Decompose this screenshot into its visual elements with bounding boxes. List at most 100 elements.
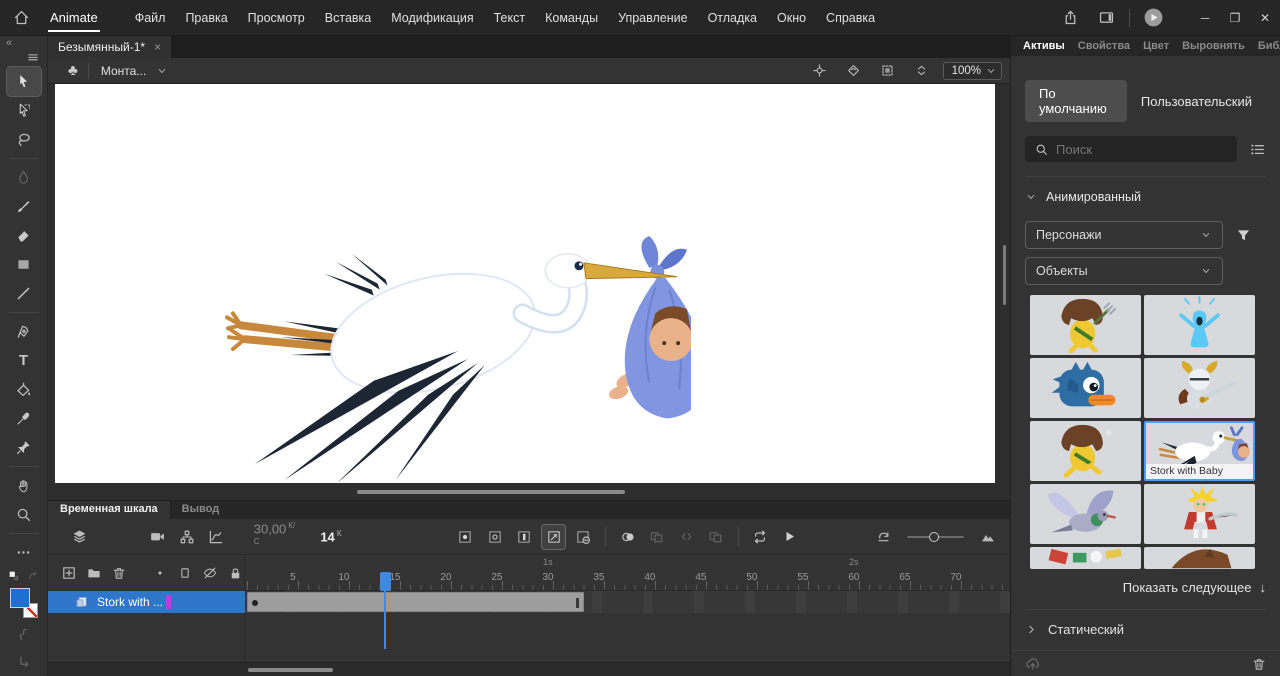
center-stage-icon[interactable] (807, 58, 833, 84)
frame-span[interactable] (247, 592, 584, 612)
layer-parenting-icon[interactable] (175, 525, 198, 549)
asset-thumbnail-partial-asset-1[interactable] (1030, 547, 1141, 569)
fluid-brush-tool[interactable] (7, 163, 41, 192)
menu-item-9[interactable]: Окно (768, 7, 815, 29)
menu-item-6[interactable]: Команды (536, 7, 607, 29)
zoom-level-select[interactable]: 100% (943, 62, 1002, 80)
panel-tab-библиотека[interactable]: Библиотека (1258, 40, 1280, 52)
menu-item-4[interactable]: Модификация (382, 7, 482, 29)
timeline-horizontal-scrollbar[interactable] (48, 662, 1010, 676)
slider-knob[interactable] (929, 532, 939, 542)
add-layer-icon[interactable] (60, 561, 78, 585)
onion-skin-icon[interactable] (616, 525, 639, 549)
current-frame[interactable]: 14К (320, 529, 341, 544)
hide-layers-icon[interactable] (201, 561, 219, 585)
asset-thumbnail-pigeon-character[interactable] (1030, 484, 1141, 544)
delete-asset-icon[interactable] (1251, 656, 1267, 672)
symbol-edit-icon[interactable]: ♣ (68, 62, 78, 79)
eyedropper-tool[interactable] (7, 404, 41, 433)
menu-item-3[interactable]: Вставка (316, 7, 380, 29)
asset-thumbnail-warrior-character[interactable] (1144, 484, 1255, 544)
paint-bucket-tool[interactable] (7, 375, 41, 404)
width-tool[interactable] (7, 648, 41, 676)
tool-rail-menu-icon[interactable] (26, 50, 40, 64)
asset-warp-tool[interactable] (7, 433, 41, 462)
share-icon[interactable] (1057, 5, 1083, 31)
asset-thumbnail-partial-asset-2[interactable] (1144, 547, 1255, 569)
camera-icon[interactable] (145, 525, 168, 549)
panel-tab-активы[interactable]: Активы (1023, 40, 1065, 52)
bone-tool[interactable] (7, 620, 41, 648)
stork-with-baby-artwork[interactable] (225, 234, 691, 482)
onion-skin-range-icon[interactable] (675, 525, 698, 549)
asset-thumbnail-farmer-character[interactable] (1030, 295, 1141, 355)
panel-tab-свойства[interactable]: Свойства (1078, 40, 1130, 52)
zoom-tool[interactable] (7, 500, 41, 529)
stage[interactable] (55, 84, 995, 483)
insert-frame-icon[interactable] (513, 525, 536, 549)
menu-item-0[interactable]: Файл (126, 7, 175, 29)
delete-layer-icon[interactable] (110, 561, 128, 585)
rotate-view-icon[interactable] (841, 58, 867, 84)
menu-item-7[interactable]: Управление (609, 7, 697, 29)
canvas[interactable] (48, 84, 1010, 500)
lasso-tool[interactable] (7, 125, 41, 154)
layer-color-marker[interactable] (166, 595, 171, 609)
asset-thumbnail-stork-with-baby-character[interactable]: Stork with Baby (1144, 421, 1255, 481)
outline-layers-icon[interactable] (176, 561, 194, 585)
pen-tool[interactable] (7, 317, 41, 346)
asset-thumbnail-running-character[interactable] (1030, 421, 1141, 481)
edit-multiple-frames-icon[interactable] (645, 525, 668, 549)
type-dropdown[interactable]: Объекты (1025, 257, 1223, 285)
keyframe-dot[interactable] (252, 600, 258, 606)
close-button[interactable]: ✕ (1250, 5, 1280, 31)
show-next-link[interactable]: Показать следующее ↓ (1025, 580, 1266, 595)
swap-colors-icon[interactable] (26, 569, 40, 583)
auto-keyframe-icon[interactable] (542, 525, 565, 549)
document-tab[interactable]: Безымянный-1* × (48, 36, 171, 58)
collapse-panel-icon[interactable]: « (6, 37, 12, 49)
remove-frame-icon[interactable] (571, 525, 594, 549)
timeline-tab-0[interactable]: Временная шкала (48, 501, 170, 519)
fill-stroke-swatches[interactable] (8, 588, 40, 619)
home-icon[interactable] (8, 5, 34, 31)
panel-tab-выровнять[interactable]: Выровнять (1182, 40, 1245, 52)
timeline-tab-1[interactable]: Вывод (170, 501, 232, 519)
insert-keyframe-icon[interactable] (454, 525, 477, 549)
reset-timeline-zoom-icon[interactable] (871, 525, 894, 549)
menu-item-8[interactable]: Отладка (699, 7, 766, 29)
scrollbar-thumb[interactable] (248, 668, 333, 672)
menu-item-2[interactable]: Просмотр (239, 7, 314, 29)
add-folder-icon[interactable] (85, 561, 103, 585)
asset-mode-1[interactable]: Пользовательский (1127, 88, 1266, 115)
lock-layers-icon[interactable] (226, 561, 244, 585)
frames-area[interactable]: 5101520253035404550556065701s2s (245, 555, 1010, 663)
text-tool[interactable]: T (7, 346, 41, 375)
list-view-icon[interactable] (1249, 141, 1266, 158)
minimize-button[interactable]: ─ (1190, 5, 1220, 31)
play-icon[interactable] (778, 525, 801, 549)
scene-selector[interactable]: Монта... (101, 64, 168, 78)
search-box[interactable] (1025, 136, 1237, 162)
section-static[interactable]: Статический (1025, 610, 1266, 649)
section-animated[interactable]: Анимированный (1025, 188, 1266, 206)
fill-color-swatch[interactable] (10, 588, 30, 608)
asset-thumbnail-knight-character[interactable] (1144, 358, 1255, 418)
frame-rate[interactable]: 30,00К/С (254, 521, 297, 552)
close-tab-icon[interactable]: × (154, 40, 161, 54)
layer-frame-strip[interactable] (245, 591, 1010, 613)
layer-row[interactable]: Stork with ... (48, 591, 245, 613)
timeline-ruler[interactable]: 5101520253035404550556065701s2s (245, 555, 1010, 591)
onion-outline-icon[interactable] (704, 525, 727, 549)
loop-playback-icon[interactable] (748, 525, 771, 549)
clip-content-icon[interactable] (875, 58, 901, 84)
timeline-zoom-slider[interactable] (907, 536, 965, 538)
canvas-horizontal-scrollbar[interactable] (357, 490, 625, 494)
menu-item-1[interactable]: Правка (176, 7, 236, 29)
hand-tool[interactable] (7, 471, 41, 500)
filter-icon[interactable] (1235, 227, 1252, 244)
rectangle-tool[interactable] (7, 250, 41, 279)
maximize-button[interactable]: ❐ (1220, 5, 1250, 31)
selection-tool[interactable] (7, 67, 41, 96)
highlight-layers-icon[interactable] (151, 561, 169, 585)
